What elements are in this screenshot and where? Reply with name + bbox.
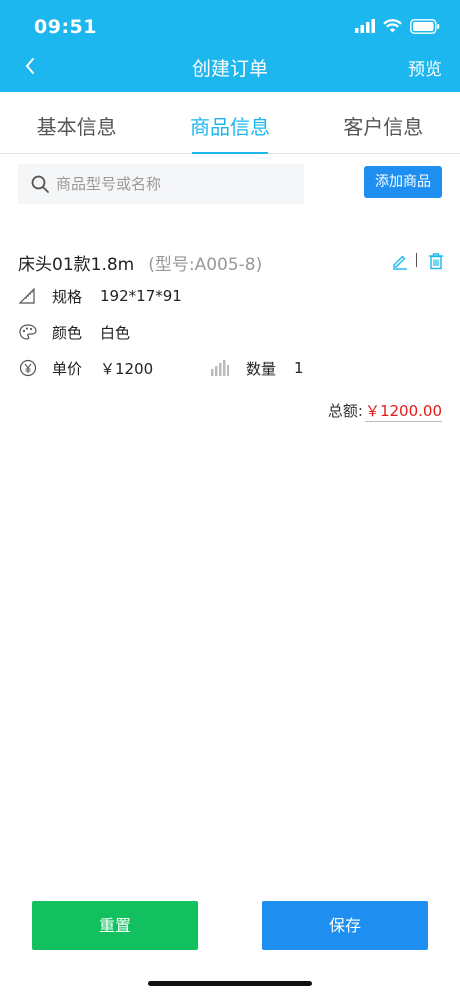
palette-icon: [18, 322, 38, 342]
search-icon: [31, 175, 49, 193]
product-model: (型号:A005-8): [148, 255, 263, 275]
status-time: 09:51: [34, 16, 97, 38]
signal-icon: [355, 19, 375, 33]
color-label: 颜色: [52, 323, 83, 342]
battery-icon: [410, 18, 440, 34]
spec-value: 192*17*91: [100, 287, 182, 305]
home-indicator: [148, 981, 312, 986]
save-button[interactable]: 保存: [262, 901, 428, 950]
nav-bar: 创建订单 预览: [0, 50, 460, 92]
total-amount: ￥1200.00: [364, 402, 442, 422]
total-label: 总额:: [327, 402, 363, 420]
app-header: 09:51 创建订单 预览: [0, 0, 460, 92]
bar-chart-icon: [210, 358, 230, 378]
price-row: 单价 ￥1200: [18, 355, 153, 381]
tab-product-info[interactable]: 商品信息: [153, 92, 306, 154]
add-product-button[interactable]: 添加商品: [364, 166, 442, 198]
reset-button[interactable]: 重置: [32, 901, 198, 950]
edit-icon[interactable]: [391, 252, 409, 270]
tab-bar: 基本信息 商品信息 客户信息: [0, 92, 460, 154]
search-input[interactable]: [56, 175, 296, 193]
delete-icon[interactable]: [427, 252, 445, 270]
quantity-label: 数量: [246, 359, 277, 378]
action-divider: [416, 253, 417, 267]
page-title: 创建订单: [191, 58, 268, 80]
price-value: ￥1200: [100, 359, 154, 378]
search-box[interactable]: [18, 164, 304, 204]
yen-icon: [18, 358, 38, 378]
product-title: 床头01款1.8m (型号:A005-8): [18, 250, 262, 275]
quantity-row: 数量 1: [210, 355, 304, 381]
status-bar: 09:51: [0, 0, 460, 50]
ruler-icon: [18, 286, 38, 306]
tab-basic-info[interactable]: 基本信息: [0, 92, 153, 153]
spec-row: 规格 192*17*91: [18, 283, 182, 309]
price-label: 单价: [52, 359, 83, 378]
color-row: 颜色 白色: [18, 319, 130, 345]
tab-customer-info[interactable]: 客户信息: [307, 92, 460, 153]
total-row: 总额: ￥1200.00: [327, 400, 442, 422]
color-value: 白色: [100, 323, 131, 342]
spec-label: 规格: [52, 287, 83, 306]
preview-button[interactable]: 预览: [408, 55, 442, 80]
status-icons: [355, 17, 440, 35]
wifi-icon: [383, 19, 402, 33]
quantity-value: 1: [294, 359, 304, 377]
product-name: 床头01款1.8m: [18, 255, 135, 275]
